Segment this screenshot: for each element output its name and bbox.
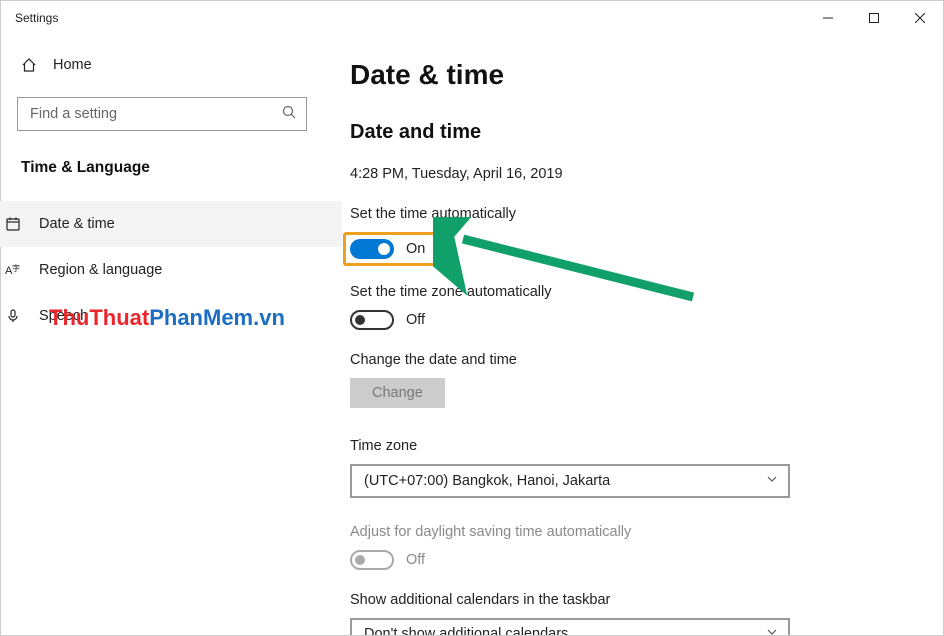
sidebar: Home Time & Language Date & time A字 — [1, 35, 326, 635]
category-heading: Time & Language — [17, 155, 310, 191]
page-title: Date & time — [350, 59, 915, 91]
search-box[interactable] — [17, 97, 307, 131]
maximize-button[interactable] — [851, 1, 897, 35]
toggle-state: Off — [406, 312, 425, 328]
dst-toggle — [350, 550, 394, 570]
minimize-button[interactable] — [805, 1, 851, 35]
nav-label: Region & language — [39, 262, 162, 278]
close-button[interactable] — [897, 1, 943, 35]
dst-label: Adjust for daylight saving time automati… — [350, 524, 915, 540]
mic-icon — [5, 308, 21, 324]
change-button[interactable]: Change — [350, 378, 445, 408]
set-tz-auto-label: Set the time zone automatically — [350, 284, 915, 300]
toggle-state: Off — [406, 552, 425, 568]
globe-icon: A字 — [5, 262, 21, 278]
chevron-down-icon — [766, 626, 778, 635]
calendars-label: Show additional calendars in the taskbar — [350, 592, 915, 608]
home-label: Home — [53, 57, 92, 73]
nav-region-language[interactable]: A字 Region & language — [0, 247, 342, 293]
nav-date-time[interactable]: Date & time — [0, 201, 342, 247]
window-title: Settings — [15, 11, 58, 25]
home-icon — [21, 57, 37, 73]
chevron-down-icon — [766, 473, 778, 489]
nav-label: Date & time — [39, 216, 115, 232]
timezone-value: (UTC+07:00) Bangkok, Hanoi, Jakarta — [364, 473, 610, 489]
set-time-auto-toggle[interactable] — [350, 239, 394, 259]
clock-icon — [5, 216, 21, 232]
set-tz-auto-row: Off — [350, 310, 915, 330]
calendars-value: Don't show additional calendars — [364, 626, 568, 635]
nav-speech[interactable]: Speech — [0, 293, 342, 339]
svg-text:字: 字 — [12, 263, 20, 273]
search-icon — [282, 105, 296, 124]
current-datetime: 4:28 PM, Tuesday, April 16, 2019 — [350, 166, 915, 182]
main-content: Date & time Date and time 4:28 PM, Tuesd… — [326, 35, 943, 635]
change-dt-label: Change the date and time — [350, 352, 915, 368]
dst-row: Off — [350, 550, 915, 570]
home-nav[interactable]: Home — [17, 43, 310, 87]
window-titlebar: Settings — [1, 1, 943, 35]
set-time-auto-row: On — [343, 232, 436, 266]
section-title: Date and time — [350, 121, 915, 144]
timezone-label: Time zone — [350, 438, 915, 454]
search-input[interactable] — [30, 106, 282, 122]
nav-label: Speech — [39, 308, 88, 324]
timezone-dropdown[interactable]: (UTC+07:00) Bangkok, Hanoi, Jakarta — [350, 464, 790, 498]
toggle-state: On — [406, 241, 425, 257]
calendars-dropdown[interactable]: Don't show additional calendars — [350, 618, 790, 635]
set-tz-auto-toggle[interactable] — [350, 310, 394, 330]
set-time-auto-label: Set the time automatically — [350, 206, 915, 222]
